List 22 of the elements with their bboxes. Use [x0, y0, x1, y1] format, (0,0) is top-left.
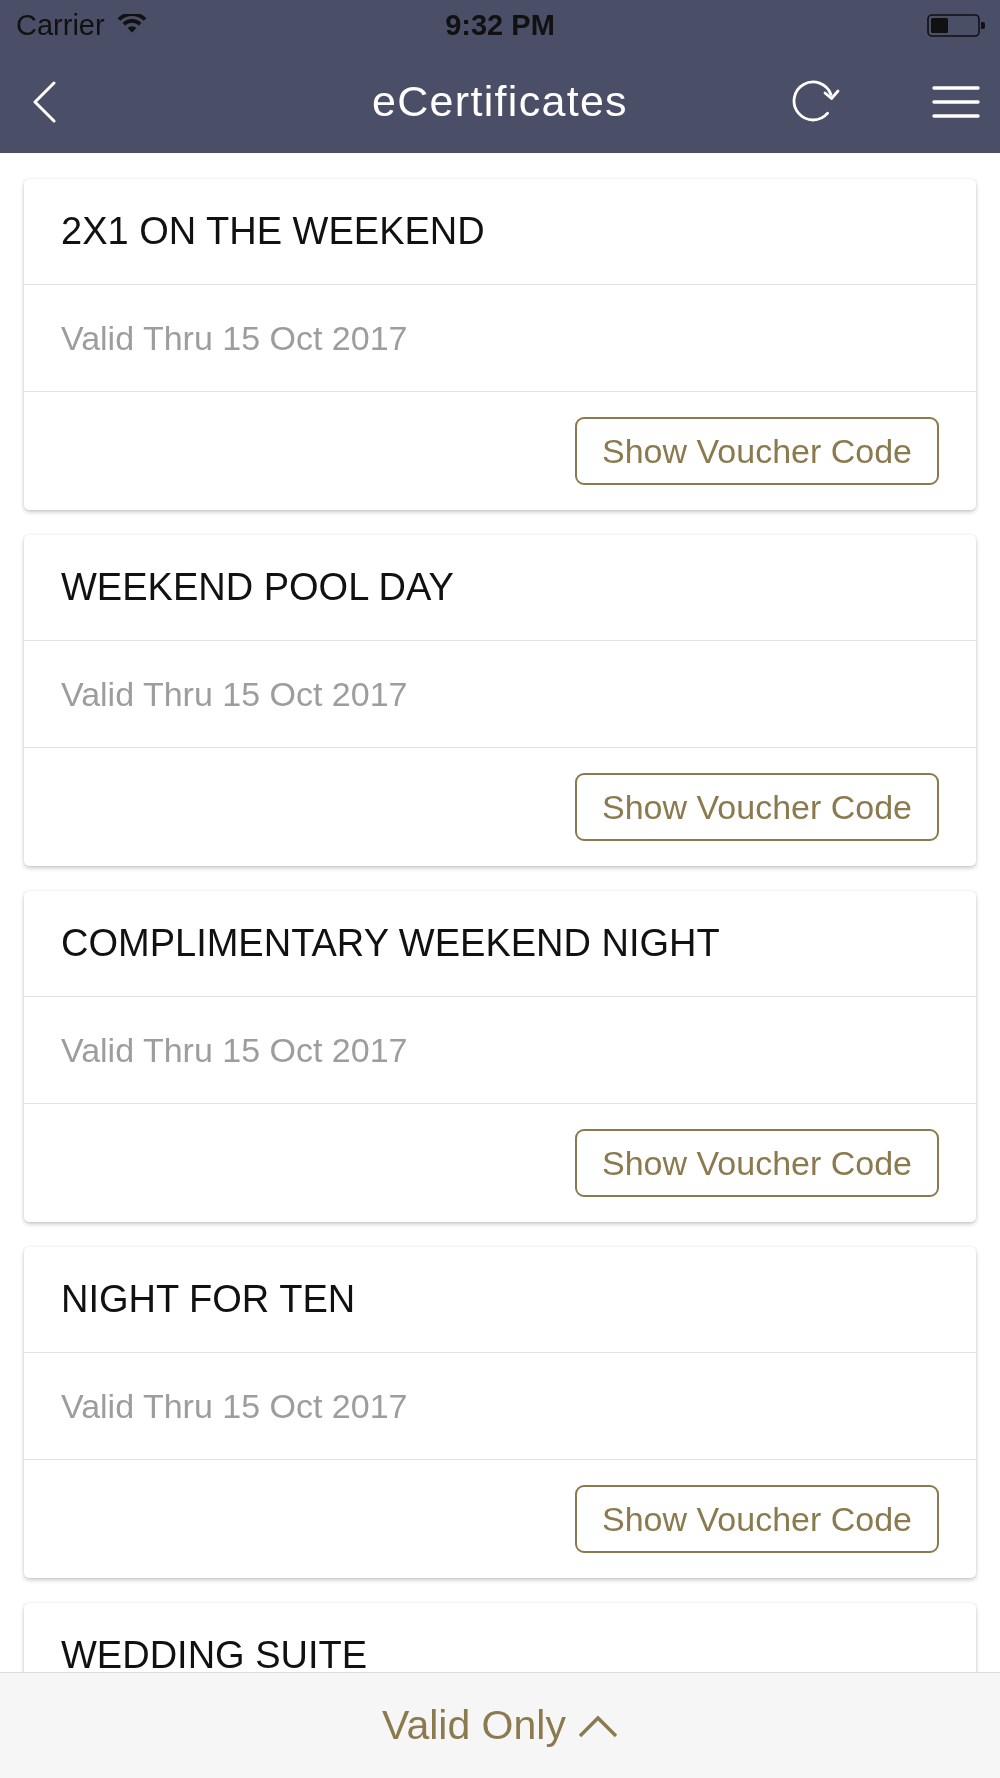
validity-date: Valid Thru 15 Oct 2017	[61, 1386, 408, 1426]
status-time: 9:32 PM	[445, 8, 555, 42]
validity-date: Valid Thru 15 Oct 2017	[61, 318, 408, 358]
certificate-title: 2X1 ON THE WEEKEND	[61, 210, 485, 253]
validity-date: Valid Thru 15 Oct 2017	[61, 674, 408, 714]
battery-icon	[927, 13, 985, 37]
certificate-title: WEEKEND POOL DAY	[61, 566, 454, 609]
menu-icon[interactable]	[932, 85, 980, 118]
show-voucher-button[interactable]: Show Voucher Code	[575, 417, 939, 485]
validity-date: Valid Thru 15 Oct 2017	[61, 1030, 408, 1070]
show-voucher-button[interactable]: Show Voucher Code	[575, 773, 939, 841]
caret-up-icon	[577, 1713, 618, 1738]
certificate-title: COMPLIMENTARY WEEKEND NIGHT	[61, 922, 720, 965]
show-voucher-button[interactable]: Show Voucher Code	[575, 1129, 939, 1197]
back-icon[interactable]	[32, 80, 56, 123]
certificate-title: WEDDING SUITE	[61, 1634, 368, 1672]
page-title: eCertificates	[372, 77, 628, 126]
show-voucher-button[interactable]: Show Voucher Code	[575, 1485, 939, 1553]
valid-only-filter[interactable]: Valid Only	[382, 1702, 618, 1749]
refresh-icon[interactable]	[792, 79, 840, 124]
carrier-label: Carrier	[16, 8, 105, 42]
certificate-title: NIGHT FOR TEN	[61, 1278, 356, 1321]
